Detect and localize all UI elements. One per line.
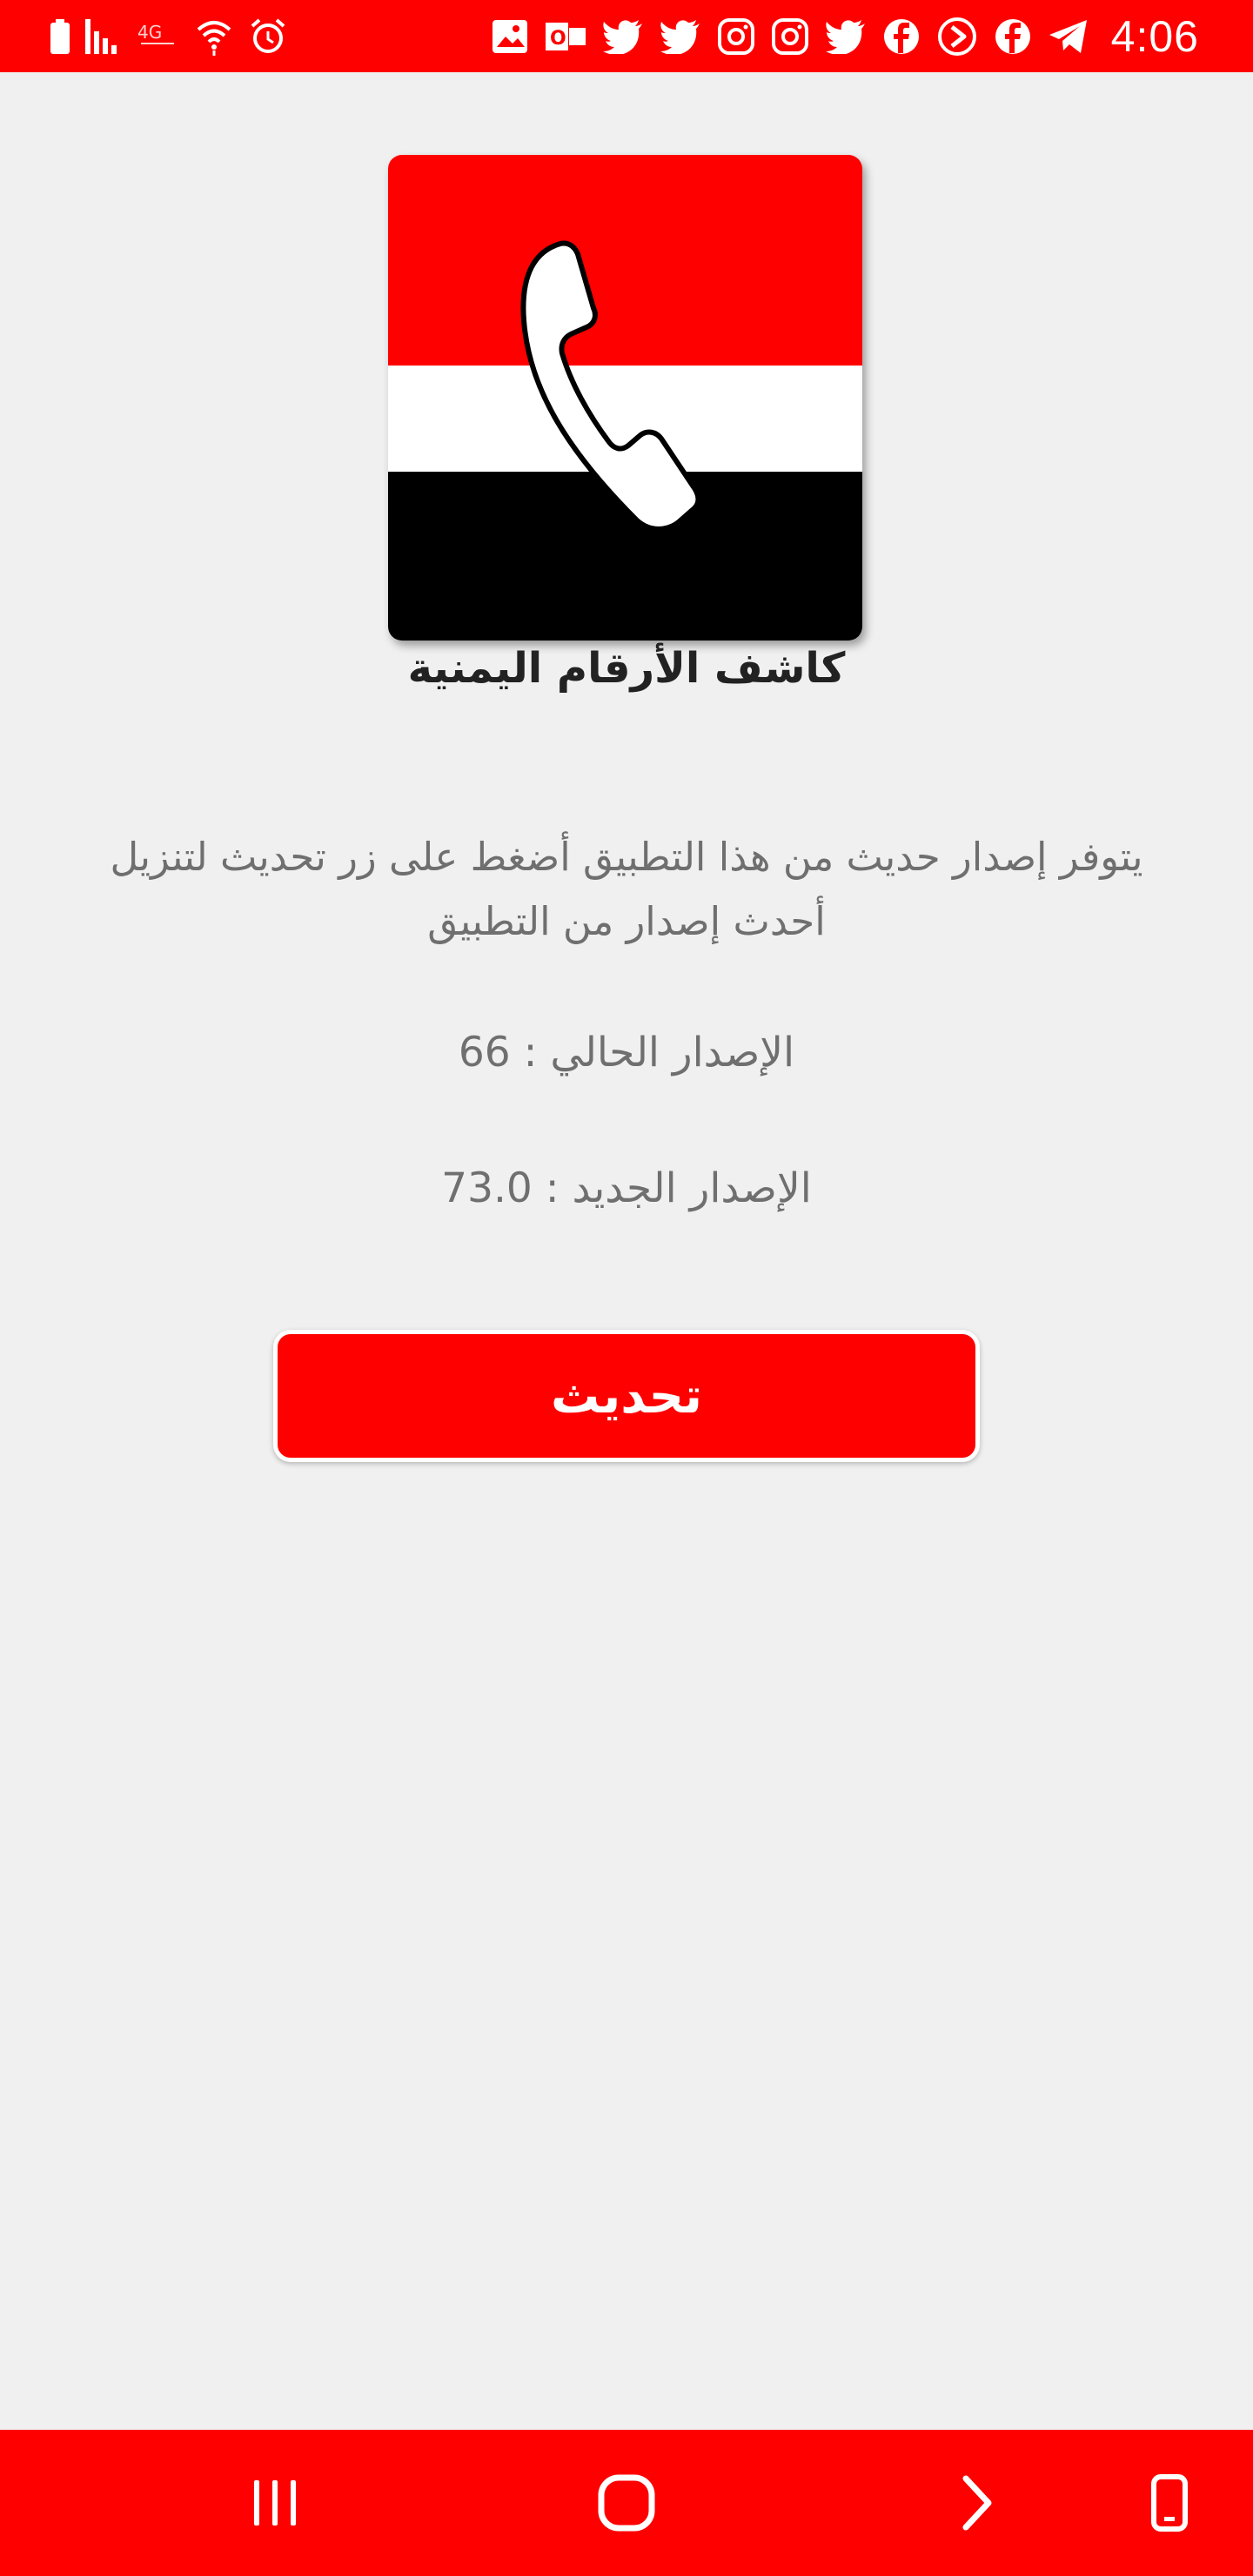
new-version-label: الإصدار الجديد : 73.0 (441, 1164, 812, 1212)
instagram-icon (717, 18, 754, 55)
update-message: يتوفر إصدار حديث من هذا التطبيق أضغط على… (110, 834, 1143, 944)
alarm-icon (249, 17, 287, 56)
battery-icon (50, 19, 70, 54)
facebook-icon (883, 18, 920, 55)
twitter-icon (602, 19, 643, 54)
twitter-icon (660, 19, 700, 54)
status-icons-left: 4G (50, 12, 287, 61)
logo-caption: كاشف الأرقام اليمنية (407, 644, 846, 693)
network-type-icon: 4G (136, 19, 179, 54)
back-icon (941, 2468, 1011, 2538)
keyboard-toggle-button[interactable] (1135, 2468, 1204, 2538)
svg-text:4G: 4G (137, 22, 162, 43)
outlook-icon: O (545, 19, 586, 54)
gallery-icon (492, 19, 528, 54)
navigation-bar (0, 2430, 1253, 2576)
facebook-icon (995, 18, 1031, 55)
status-time: 4:06 (1110, 12, 1199, 61)
home-button[interactable] (592, 2468, 661, 2538)
svg-text:O: O (550, 28, 566, 50)
twitter-icon (825, 19, 866, 54)
phone-handset-icon (466, 225, 710, 567)
signal-icon (85, 19, 120, 54)
home-icon (592, 2468, 661, 2538)
update-button[interactable]: تحديث (273, 1330, 980, 1462)
telegram-icon (1049, 19, 1089, 54)
play-icon (937, 17, 977, 57)
app-logo (388, 155, 862, 641)
instagram-icon (771, 18, 808, 55)
back-button[interactable] (941, 2468, 1011, 2538)
current-version-label: الإصدار الحالي : 66 (458, 1029, 795, 1077)
wifi-icon (195, 17, 233, 56)
keyboard-toggle-icon (1135, 2468, 1204, 2538)
status-bar: 4G O 4:06 (0, 0, 1253, 72)
recent-apps-icon (240, 2468, 310, 2538)
recent-apps-button[interactable] (240, 2468, 310, 2538)
status-icons-right: O 4:06 (492, 9, 1199, 64)
